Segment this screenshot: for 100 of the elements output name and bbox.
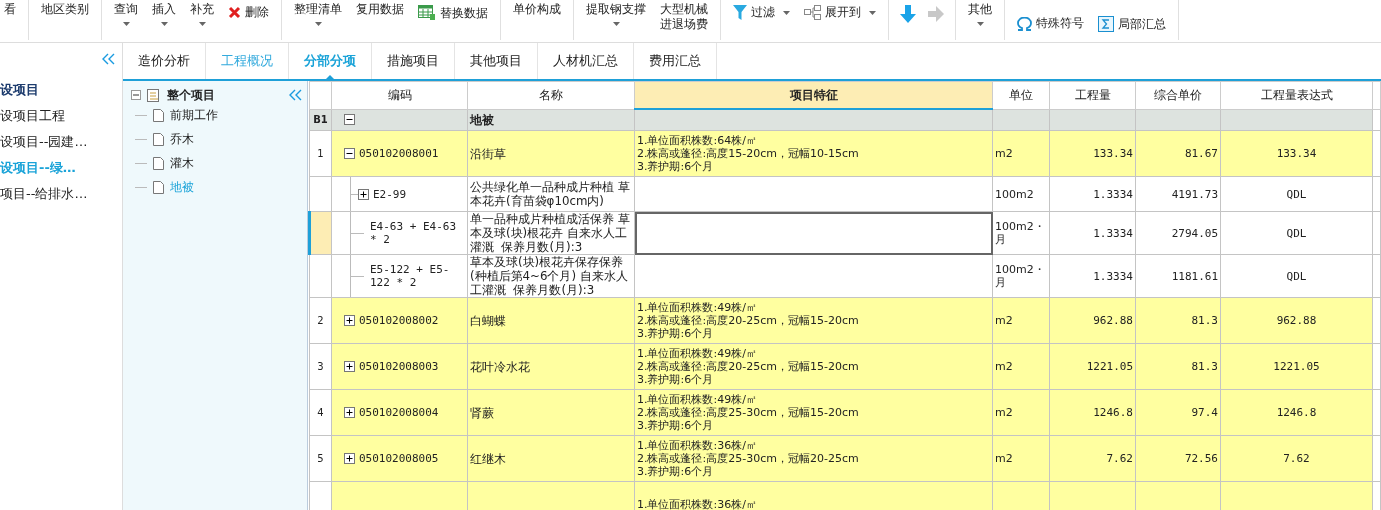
price-cell: 81.67 <box>1135 130 1221 177</box>
code-cell: 050102008005 <box>331 435 468 482</box>
expand-toggle-icon[interactable] <box>344 407 355 418</box>
name-cell: 花叶冷水花 <box>467 343 635 390</box>
column-header[interactable]: 工程量表达式 <box>1220 81 1373 109</box>
document-icon <box>147 88 161 102</box>
expand-toggle-icon[interactable] <box>344 361 355 372</box>
tab[interactable]: 人材机汇总 <box>538 43 634 79</box>
row-number-cell[interactable]: 3 <box>309 343 332 390</box>
feature-cell[interactable]: 1.单位面积株数:64株/㎡ 2.株高或蓬径:高度15-20cm，冠幅10-15cm 3.养护期:6个月 <box>634 130 993 177</box>
toolbar-button[interactable]: 删除 <box>224 0 273 22</box>
caret-icon <box>122 22 130 26</box>
tree-item[interactable]: 前期工作 <box>170 106 218 124</box>
header-cell <box>309 81 332 109</box>
right-arrow-icon <box>928 5 944 23</box>
toolbar-button[interactable]: 特殊符号 <box>1013 0 1088 33</box>
code-cell: E5-122 + E5-122 * 2 <box>331 254 468 298</box>
row-number-cell[interactable]: B1 <box>309 109 332 131</box>
price-cell: 97.4 <box>1135 389 1221 436</box>
feature-cell[interactable]: 1.单位面积株数:49株/㎡ 2.株高或蓬径:高度20-25cm，冠幅15-20cm 3.养护期:6个月 <box>634 343 993 390</box>
name-cell: 公共绿化单一品种成片种植 草本花卉(育苗袋φ10cm内) <box>467 176 635 212</box>
collapse-toggle-icon[interactable] <box>344 148 355 159</box>
tab[interactable]: 费用汇总 <box>634 43 717 79</box>
column-header[interactable]: 工程量 <box>1049 81 1136 109</box>
feature-cell[interactable]: 1.单位面积株数:49株/㎡ 2.株高或蓬径:高度20-25cm，冠幅15-20cm 3.养护期:6个月 <box>634 297 993 344</box>
toolbar-dropdown-button[interactable]: 提取钢支撑 <box>582 0 650 28</box>
project-tree-item[interactable]: 设项目 <box>0 73 39 103</box>
project-tree-item[interactable]: 项目--给排水… <box>0 181 88 207</box>
unit-cell: m2 <box>992 435 1050 482</box>
toolbar-dropdown-button[interactable]: 其他 <box>964 0 996 28</box>
row-number-cell[interactable] <box>309 176 332 212</box>
toolbar-button[interactable]: 过滤 <box>729 0 794 22</box>
omega-icon <box>1017 16 1032 31</box>
tree-item[interactable]: 乔木 <box>170 130 194 148</box>
feature-cell[interactable]: 1.单位面积株数:36株/㎡ <box>634 481 993 510</box>
row-number-cell[interactable]: 2 <box>309 297 332 344</box>
expand-toggle-icon[interactable] <box>344 453 355 464</box>
feature-cell[interactable] <box>634 211 993 255</box>
feature-cell[interactable] <box>634 254 993 298</box>
column-header[interactable]: 单位 <box>992 81 1050 109</box>
column-header[interactable]: 编码 <box>331 81 468 109</box>
caret-icon <box>783 10 790 15</box>
feature-cell[interactable]: 1.单位面积株数:36株/㎡ 2.株高或蓬径:高度25-30cm，冠幅20-25cm 3.养护期:6个月 <box>634 435 993 482</box>
row-number-cell[interactable]: 1 <box>309 130 332 177</box>
tree-item[interactable]: 灌木 <box>170 154 194 172</box>
row-number-cell[interactable] <box>309 211 332 255</box>
tab[interactable]: 造价分析 <box>123 43 206 79</box>
name-cell: 白蝴蝶 <box>467 297 635 344</box>
caret-icon <box>198 22 206 26</box>
tab[interactable]: 措施项目 <box>372 43 455 79</box>
expression-cell: 133.34 <box>1220 130 1373 177</box>
tab[interactable]: 其他项目 <box>455 43 538 79</box>
unit-cell: m2 <box>992 389 1050 436</box>
expand-toggle-icon[interactable] <box>358 188 369 200</box>
collapse-icon[interactable] <box>102 53 116 65</box>
caret-icon <box>160 22 168 26</box>
expression-cell: QDL <box>1220 254 1373 298</box>
price-cell: 4191.73 <box>1135 176 1221 212</box>
toolbar-button[interactable]: 复用数据 <box>352 0 408 19</box>
feature-cell[interactable] <box>634 109 993 131</box>
expression-cell: 7.62 <box>1220 435 1373 482</box>
code-cell: E4-63 + E4-63 * 2 <box>331 211 468 255</box>
unit-cell: 100m2・月 <box>992 254 1050 298</box>
toolbar-button[interactable]: 展开到 <box>800 0 880 22</box>
tree-item[interactable]: 整个项目 <box>167 86 215 104</box>
toolbar-button[interactable]: 局部汇总 <box>1094 0 1170 34</box>
project-tree-item[interactable]: 设项目工程 <box>0 103 65 129</box>
name-cell: 红继木 <box>467 435 635 482</box>
project-tree-item[interactable]: 设项目--园建… <box>0 129 88 155</box>
toolbar-dropdown-button[interactable]: 插入 <box>148 0 180 28</box>
expand-toggle-icon[interactable] <box>344 315 355 326</box>
collapse-toggle-icon[interactable] <box>131 90 141 100</box>
column-header[interactable]: 名称 <box>467 81 635 109</box>
row-number-cell[interactable] <box>309 254 332 298</box>
expression-cell: 962.88 <box>1220 297 1373 344</box>
sigma-icon <box>1098 16 1114 32</box>
toolbar-button[interactable]: 看 <box>0 0 20 19</box>
name-cell: 沿街草 <box>467 130 635 177</box>
toolbar-dropdown-button[interactable]: 查询 <box>110 0 142 28</box>
collapse-toggle-icon[interactable] <box>344 114 355 126</box>
page-icon <box>153 132 164 146</box>
column-header[interactable]: 项目特征 <box>634 81 993 109</box>
caret-icon <box>612 22 620 26</box>
toolbar-button[interactable]: 替换数据 <box>414 0 492 23</box>
filter-icon <box>733 5 747 20</box>
toolbar-dropdown-button[interactable]: 补充 <box>186 0 218 28</box>
toolbar-button[interactable]: 地区类别 <box>37 0 93 19</box>
expression-cell: QDL <box>1220 211 1373 255</box>
toolbar-button[interactable]: 单价构成 <box>509 0 565 19</box>
toolbar-button[interactable]: 大型机械进退场费 <box>656 0 712 34</box>
price-cell: 81.3 <box>1135 297 1221 344</box>
feature-cell[interactable] <box>634 176 993 212</box>
expression-cell: 1221.05 <box>1220 343 1373 390</box>
toolbar-dropdown-button[interactable]: 整理清单 <box>290 0 346 28</box>
row-number-cell[interactable]: 4 <box>309 389 332 436</box>
column-header[interactable]: 综合单价 <box>1135 81 1221 109</box>
row-number-cell[interactable]: 5 <box>309 435 332 482</box>
price-cell: 2794.05 <box>1135 211 1221 255</box>
feature-cell[interactable]: 1.单位面积株数:49株/㎡ 2.株高或蓬径:高度25-30cm，冠幅15-20cm 3.养护期:6个月 <box>634 389 993 436</box>
collapse-icon[interactable] <box>289 89 303 101</box>
